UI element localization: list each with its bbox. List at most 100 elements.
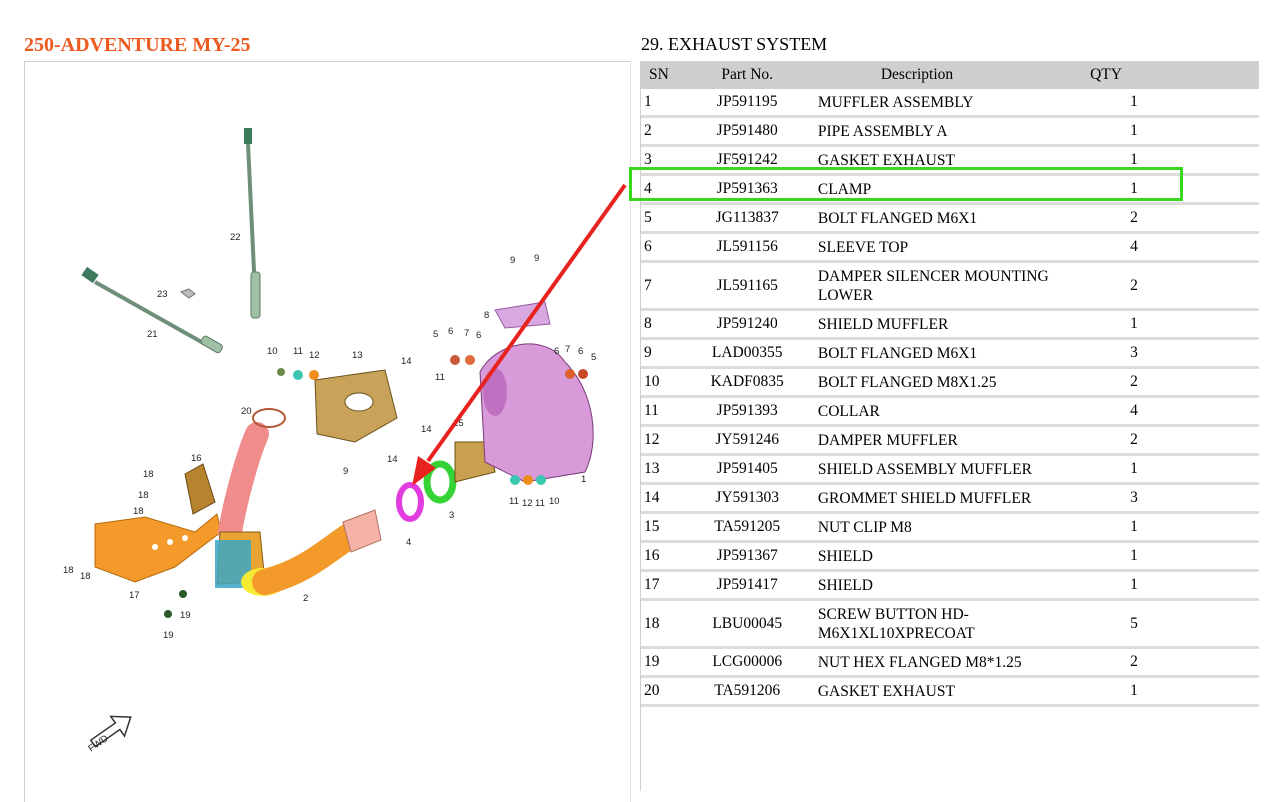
cell-qty: 2 [1130, 431, 1138, 448]
o2-sensor-22 [244, 128, 261, 319]
callout-18e: 18 [80, 571, 91, 582]
cell-description: SHIELD [817, 576, 873, 594]
table-row[interactable]: 12 JY591246 DAMPER MUFFLER 2 [641, 426, 1259, 455]
cell-sn: 11 [644, 402, 659, 419]
cell-qty: 2 [1130, 276, 1138, 294]
cell-qty: 2 [1130, 209, 1138, 226]
cell-part-no: LCG00006 [712, 653, 783, 670]
callout-4: 4 [406, 537, 411, 548]
callout-21: 21 [147, 329, 158, 340]
cell-part-no: TA591206 [714, 682, 781, 699]
callout-9b: 9 [510, 255, 515, 266]
cell-description: NUT HEX FLANGED M8*1.25 [817, 653, 1022, 671]
callout-9: 9 [343, 466, 348, 477]
clamp-4 [396, 482, 424, 522]
cell-sn: 3 [644, 151, 652, 168]
cell-description: MUFFLER ASSEMBLY [817, 93, 974, 111]
cell-part-no: JG113837 [715, 209, 779, 226]
cell-sn: 16 [644, 547, 660, 564]
cell-part-no: JY591303 [715, 489, 780, 506]
cell-description: COLLAR [817, 402, 880, 420]
cell-part-no: JP591417 [716, 576, 778, 593]
callout-11c: 11 [509, 496, 519, 507]
callout-22: 22 [230, 232, 241, 243]
cell-part-no: JP591240 [716, 315, 778, 332]
cell-qty: 1 [1130, 576, 1138, 593]
cell-part-no: JL591165 [716, 276, 778, 294]
cell-qty: 1 [1130, 460, 1138, 477]
callout-17: 17 [129, 590, 140, 601]
parts-table: SN Part No. Description QTY 1 JP591195 MUF… [641, 61, 1259, 707]
cell-qty: 3 [1130, 344, 1138, 361]
callout-14c: 14 [421, 424, 432, 435]
callout-1: 1 [581, 474, 586, 485]
callout-6c: 6 [554, 346, 559, 357]
cell-part-no: LBU00045 [712, 614, 783, 632]
callout-13: 13 [352, 350, 363, 361]
table-row[interactable]: 15 TA591205 NUT CLIP M8 1 [641, 513, 1259, 542]
cell-description: DAMPER SILENCER MOUNTING LOWER [817, 267, 1049, 304]
table-row[interactable]: 10 KADF0835 BOLT FLANGED M8X1.25 2 [641, 368, 1259, 397]
cell-sn: 15 [644, 518, 660, 535]
exhaust-system-drawing: FWD 22 23 21 10 11 12 13 14 20 9 14 11 1… [63, 128, 596, 754]
exploded-diagram: FWD 22 23 21 10 11 12 13 14 20 9 14 11 1… [24, 61, 631, 802]
model-title: 250-ADVENTURE MY-25 [24, 34, 251, 56]
cell-sn: 17 [644, 576, 660, 593]
table-row[interactable]: 4 JP591363 CLAMP 1 [641, 175, 1259, 204]
callout-15: 15 [453, 418, 464, 429]
table-row[interactable]: 14 JY591303 GROMMET SHIELD MUFFLER 3 [641, 484, 1259, 513]
table-row[interactable]: 17 JP591417 SHIELD 1 [641, 571, 1259, 600]
table-row[interactable]: 3 JF591242 GASKET EXHAUST 1 [641, 146, 1259, 175]
section-title: 29. EXHAUST SYSTEM [641, 34, 828, 54]
cell-qty: 1 [1130, 180, 1138, 197]
cell-description: DAMPER MUFFLER [817, 431, 958, 449]
table-row[interactable]: 7 JL591165 DAMPER SILENCER MOUNTING LOWER 2 [641, 262, 1259, 310]
callout-11b: 11 [435, 372, 445, 383]
cell-sn: 20 [644, 682, 660, 699]
cell-description: BOLT FLANGED M6X1 [817, 344, 978, 362]
callout-8: 8 [484, 310, 489, 321]
cell-description: SHIELD MUFFLER [817, 315, 949, 333]
table-row[interactable]: 6 JL591156 SLEEVE TOP 4 [641, 233, 1259, 262]
table-row[interactable]: 13 JP591405 SHIELD ASSEMBLY MUFFLER 1 [641, 455, 1259, 484]
cell-qty: 1 [1130, 122, 1138, 139]
parts-table-container: SN Part No. Description QTY 1 JP591195 MUF… [640, 61, 1259, 791]
cell-part-no: KADF0835 [710, 373, 784, 390]
cell-sn: 5 [644, 209, 652, 226]
cell-sn: 4 [644, 180, 652, 197]
cell-part-no: JY591246 [715, 431, 780, 448]
table-row[interactable]: 19 LCG00006 NUT HEX FLANGED M8*1.25 2 [641, 648, 1259, 677]
table-row[interactable]: 5 JG113837 BOLT FLANGED M6X1 2 [641, 204, 1259, 233]
cell-part-no: LAD00355 [711, 344, 783, 361]
table-row[interactable]: 16 JP591367 SHIELD 1 [641, 542, 1259, 571]
table-row[interactable]: 8 JP591240 SHIELD MUFFLER 1 [641, 310, 1259, 339]
table-row[interactable]: 9 LAD00355 BOLT FLANGED M6X1 3 [641, 339, 1259, 368]
header-description: Description [805, 61, 1089, 89]
table-row[interactable]: 20 TA591206 GASKET EXHAUST 1 [641, 677, 1259, 706]
cell-part-no: JP591480 [716, 122, 778, 139]
cell-qty: 1 [1130, 93, 1138, 110]
cell-part-no: JP591367 [716, 547, 778, 564]
callout-12: 12 [309, 350, 320, 361]
callout-12b: 12 [522, 498, 533, 509]
callout-18d: 18 [63, 565, 74, 576]
cell-qty: 1 [1130, 547, 1138, 564]
table-row[interactable]: 2 JP591480 PIPE ASSEMBLY A 1 [641, 117, 1259, 146]
callout-9c: 9 [534, 253, 539, 264]
lower-shield-17 [94, 513, 222, 583]
table-row[interactable]: 18 LBU00045 SCREW BUTTON HD-M6X1XL10XPRECO… [641, 600, 1259, 648]
header-qty: QTY [1088, 61, 1259, 89]
cell-sn: 6 [644, 238, 652, 255]
cell-part-no: JP591405 [716, 460, 778, 477]
cell-qty: 1 [1130, 682, 1138, 699]
cell-qty: 2 [1130, 373, 1138, 390]
callout-5: 5 [433, 329, 438, 340]
header-sn: SN [641, 61, 689, 89]
callout-10b: 10 [549, 496, 560, 507]
cell-description: SCREW BUTTON HD-M6X1XL10XPRECOAT [817, 605, 975, 642]
cell-description: NUT CLIP M8 [817, 518, 912, 536]
table-row[interactable]: 11 JP591393 COLLAR 4 [641, 397, 1259, 426]
cell-sn: 10 [644, 373, 660, 390]
table-row[interactable]: 1 JP591195 MUFFLER ASSEMBLY 1 [641, 89, 1259, 117]
cell-qty: 1 [1130, 315, 1138, 332]
